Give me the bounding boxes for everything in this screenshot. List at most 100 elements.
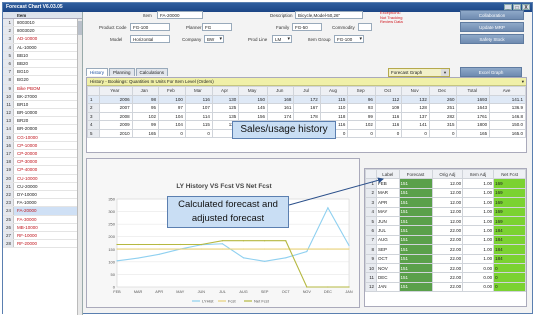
table-cell[interactable]: 167: [293, 103, 321, 113]
table-cell[interactable]: 1.00: [462, 197, 495, 208]
list-item[interactable]: 26 MB-10000: [3, 223, 82, 232]
table-cell[interactable]: 1761: [456, 111, 491, 121]
table-cell[interactable]: MAY: [376, 206, 400, 217]
table-cell[interactable]: 1.00: [462, 178, 495, 189]
table-cell[interactable]: 260: [428, 94, 458, 104]
table-cell[interactable]: 96: [347, 94, 376, 104]
table-cell[interactable]: 0: [493, 272, 526, 283]
list-item[interactable]: 18 CP-30000: [3, 158, 82, 167]
table-cell[interactable]: 156: [238, 111, 269, 121]
list-item[interactable]: 9 Bike PBOM: [3, 84, 82, 93]
history-column-header[interactable]: Jan: [131, 86, 159, 96]
table-cell[interactable]: 161: [267, 103, 295, 113]
table-cell[interactable]: 0: [347, 128, 376, 138]
table-cell[interactable]: 184: [493, 234, 526, 246]
table-cell[interactable]: 151: [398, 225, 433, 236]
table-cell[interactable]: 22.00: [431, 253, 464, 264]
table-row[interactable]: 5 JUN 151 12.00 1.00 169: [365, 215, 526, 227]
table-cell[interactable]: 115: [319, 94, 349, 104]
description-field[interactable]: Bicycle,Model-50,26": [295, 11, 363, 19]
list-item[interactable]: 16 CP-10000: [3, 141, 82, 150]
table-cell[interactable]: 22.00: [431, 234, 464, 246]
table-cell[interactable]: 22.00: [431, 225, 464, 236]
table-cell[interactable]: 112: [374, 94, 403, 104]
table-cell[interactable]: 0: [157, 128, 186, 138]
list-item[interactable]: 27 RF-10000: [3, 231, 82, 241]
list-item[interactable]: 8 BG20: [3, 76, 82, 85]
table-cell[interactable]: 102: [131, 111, 159, 121]
table-cell[interactable]: 1.00: [462, 253, 495, 264]
table-cell[interactable]: JUL: [376, 225, 400, 236]
table-row[interactable]: 2 2007 95 97 107 125 145 161 167 110 93 109 128 251 16…: [87, 103, 526, 113]
family-field[interactable]: FG-50: [292, 23, 322, 31]
company-dropdown[interactable]: BW: [204, 35, 224, 43]
table-cell[interactable]: 146.8: [489, 111, 526, 121]
table-cell[interactable]: 99: [347, 111, 376, 121]
history-column-header[interactable]: Total: [456, 86, 491, 96]
list-item[interactable]: 22 DY-10000: [3, 190, 82, 200]
table-cell[interactable]: 0: [493, 281, 526, 293]
table-cell[interactable]: 12.00: [431, 206, 464, 217]
table-cell[interactable]: 0: [374, 128, 403, 138]
table-cell[interactable]: 151: [398, 187, 433, 199]
table-cell[interactable]: 12.00: [431, 178, 464, 189]
table-row[interactable]: 9 OCT 151 22.00 1.00 184: [365, 253, 526, 264]
table-cell[interactable]: FEB: [376, 178, 400, 189]
model-field[interactable]: Horizontal: [130, 35, 170, 43]
table-cell[interactable]: 174: [267, 111, 295, 121]
list-item[interactable]: 5 BB10: [3, 51, 82, 60]
list-item[interactable]: 25 FA-30000: [3, 215, 82, 224]
table-cell[interactable]: OCT: [376, 253, 400, 264]
table-cell[interactable]: 1643: [456, 103, 491, 113]
table-cell[interactable]: 1800: [456, 120, 491, 130]
table-cell[interactable]: 109: [374, 103, 403, 113]
table-cell[interactable]: SEP: [376, 244, 400, 255]
table-cell[interactable]: 1.00: [462, 234, 495, 246]
table-cell[interactable]: 165: [456, 128, 491, 138]
table-cell[interactable]: 137: [401, 111, 430, 121]
table-cell[interactable]: 2008: [99, 111, 133, 121]
table-cell[interactable]: 251: [428, 103, 458, 113]
table-cell[interactable]: 12.00: [431, 215, 464, 227]
table-row[interactable]: 4 MAY 151 12.00 1.00 169: [365, 206, 526, 217]
table-cell[interactable]: JAN: [376, 281, 400, 293]
table-cell[interactable]: 22.00: [431, 281, 464, 293]
history-column-header[interactable]: Dec: [428, 86, 458, 96]
list-item[interactable]: 23 FA-10000: [3, 199, 82, 208]
table-cell[interactable]: 110: [319, 103, 349, 113]
table-cell[interactable]: 115: [184, 120, 213, 130]
forecast-column-header[interactable]: Item Adj: [462, 168, 495, 180]
table-cell[interactable]: JUN: [376, 215, 400, 227]
forecast-column-header[interactable]: Orig Adj: [431, 168, 464, 180]
history-column-header[interactable]: Nov: [401, 86, 430, 96]
table-cell[interactable]: 151: [398, 253, 433, 264]
table-cell[interactable]: 141: [401, 120, 430, 130]
history-column-header[interactable]: Jun: [267, 86, 295, 96]
table-cell[interactable]: 169: [493, 206, 526, 217]
table-cell[interactable]: 184: [493, 244, 526, 255]
table-row[interactable]: 11 DEC 151 22.00 0.00 0: [365, 272, 526, 283]
table-cell[interactable]: 12.00: [431, 187, 464, 199]
table-cell[interactable]: 0: [401, 128, 430, 138]
table-row[interactable]: 10 NOV 151 22.00 0.00 0: [365, 262, 526, 274]
table-cell[interactable]: 145: [238, 103, 269, 113]
table-cell[interactable]: 169: [493, 187, 526, 199]
table-cell[interactable]: 104: [157, 111, 186, 121]
list-item[interactable]: 2 8003020: [3, 27, 82, 36]
list-item[interactable]: 28 RF-20000: [3, 240, 82, 249]
list-item[interactable]: 17 CP-20000: [3, 150, 82, 159]
table-cell[interactable]: 104: [157, 120, 186, 130]
table-cell[interactable]: 0: [493, 262, 526, 274]
table-cell[interactable]: 102: [347, 120, 376, 130]
table-cell[interactable]: 184: [493, 253, 526, 264]
forecast-column-header[interactable]: Net Fcst: [493, 168, 526, 180]
history-column-header[interactable]: [87, 86, 100, 96]
table-cell[interactable]: 93: [347, 103, 376, 113]
item-list-scrollbar[interactable]: [77, 19, 82, 315]
table-cell[interactable]: 151: [398, 215, 433, 227]
table-cell[interactable]: 151: [398, 197, 433, 208]
table-cell[interactable]: 1.00: [462, 244, 495, 255]
table-cell[interactable]: 0.00: [462, 262, 495, 274]
list-item[interactable]: 15 CG-10000: [3, 133, 82, 142]
prod-line-dropdown[interactable]: LM: [272, 35, 292, 43]
